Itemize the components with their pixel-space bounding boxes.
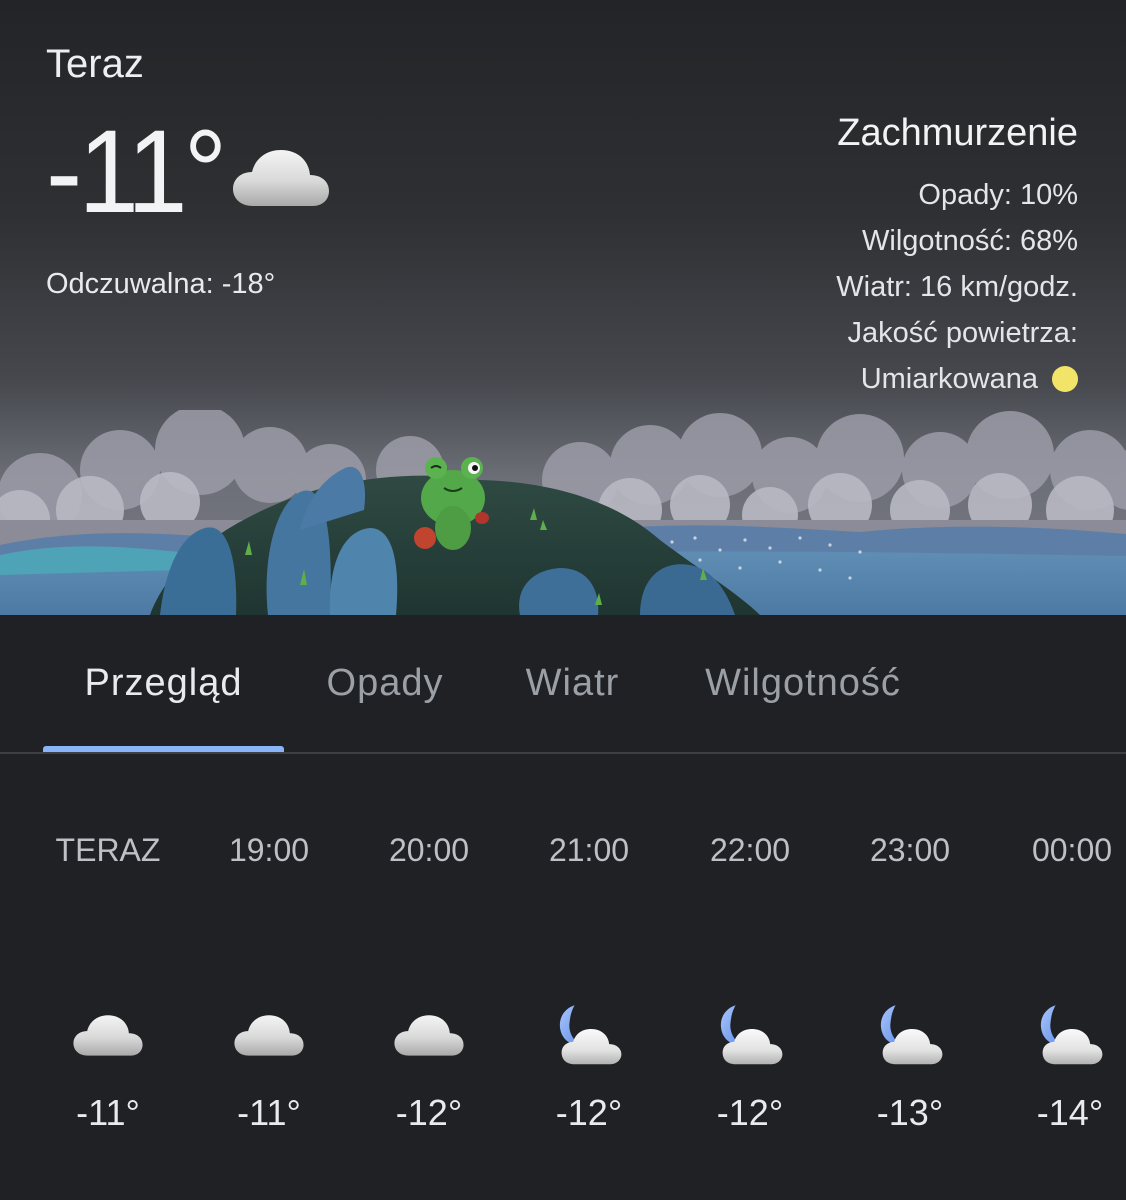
moon-cloud-icon bbox=[874, 998, 946, 1070]
hour-temperature: -12° bbox=[395, 1092, 463, 1133]
moon-cloud-icon bbox=[553, 998, 625, 1070]
tab-wind[interactable]: Wiatr bbox=[500, 615, 645, 752]
hour-temperature: -12° bbox=[555, 1092, 623, 1133]
precipitation-text: Opady: 10% bbox=[918, 179, 1078, 211]
cloud-icon bbox=[73, 1015, 143, 1056]
hour-item[interactable]: 20:00 -12° bbox=[349, 754, 509, 1200]
hour-temperature: -11° bbox=[76, 1092, 140, 1133]
air-quality-indicator-icon bbox=[1052, 366, 1078, 392]
air-quality-label: Jakość powietrza: bbox=[847, 317, 1079, 349]
tab-bar: Przegląd Opady Wiatr Wilgotność bbox=[0, 615, 1126, 754]
cloud-icon bbox=[234, 1015, 304, 1056]
hour-time: 19:00 bbox=[228, 832, 310, 868]
moon-cloud-icon bbox=[1034, 998, 1106, 1070]
hour-temperature: -12° bbox=[716, 1092, 784, 1133]
weather-details: Zachmurzenie Opady: 10% Wilgotność: 68% … bbox=[836, 110, 1078, 402]
air-quality-value: Umiarkowana bbox=[860, 363, 1038, 395]
cloud-icon bbox=[229, 144, 333, 208]
hourly-forecast[interactable]: TERAZ -11° 19:00 -11° 20:00 -12° 21:00 -… bbox=[0, 754, 1126, 1200]
air-quality-row[interactable]: Umiarkowana bbox=[836, 356, 1078, 402]
now-label: Teraz bbox=[46, 42, 144, 86]
tab-humidity[interactable]: Wilgotność bbox=[675, 615, 931, 752]
cloud-icon bbox=[394, 1015, 464, 1056]
wind-text: Wiatr: 16 km/godz. bbox=[836, 271, 1078, 303]
current-temperature-row: -11° bbox=[46, 112, 333, 232]
hour-item[interactable]: 00:00 -14° bbox=[966, 754, 1126, 1200]
feels-like: Odczuwalna: -18° bbox=[46, 268, 276, 300]
hour-time: 22:00 bbox=[709, 832, 791, 868]
hour-time: 20:00 bbox=[388, 832, 470, 868]
hour-item[interactable]: 22:00 -12° bbox=[670, 754, 830, 1200]
hour-temperature: -11° bbox=[237, 1092, 301, 1133]
current-weather-hero: Teraz -11° Odczuwalna: -18° Zachmurzenie… bbox=[0, 0, 1126, 615]
current-temperature: -11° bbox=[46, 106, 227, 238]
humidity-text: Wilgotność: 68% bbox=[862, 225, 1078, 257]
hour-time: 21:00 bbox=[548, 832, 630, 868]
condition-text: Zachmurzenie bbox=[837, 112, 1078, 154]
hour-time: 00:00 bbox=[1031, 832, 1113, 868]
hour-time: TERAZ bbox=[55, 832, 161, 868]
hour-item[interactable]: 21:00 -12° bbox=[509, 754, 669, 1200]
hour-item[interactable]: 19:00 -11° bbox=[189, 754, 349, 1200]
hour-temperature: -14° bbox=[1036, 1092, 1104, 1133]
tab-overview[interactable]: Przegląd bbox=[43, 615, 284, 752]
moon-cloud-icon bbox=[714, 998, 786, 1070]
hour-item[interactable]: TERAZ -11° bbox=[28, 754, 188, 1200]
tab-precipitation[interactable]: Opady bbox=[300, 615, 470, 752]
weather-illustration bbox=[0, 410, 1126, 615]
